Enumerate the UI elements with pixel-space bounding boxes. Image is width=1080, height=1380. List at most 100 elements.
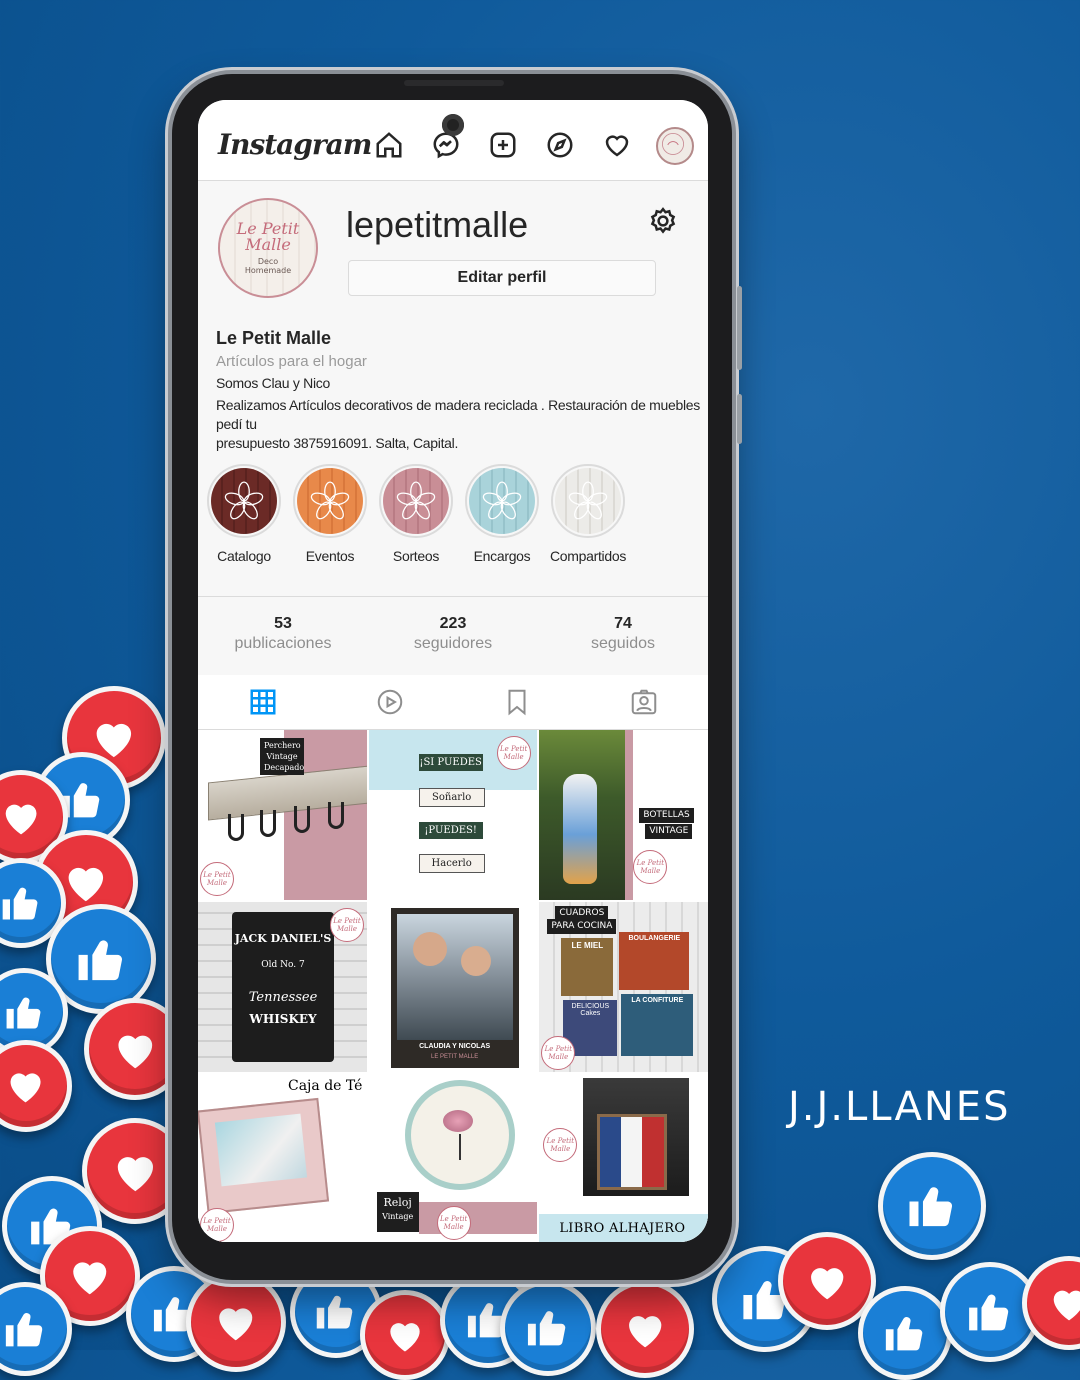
motivational-sign: Soñarlo xyxy=(418,788,485,807)
post-thumbnail[interactable]: Perchero Vintage Decapado Le Petit Malle xyxy=(198,730,367,900)
highlight-ring xyxy=(379,464,453,538)
coat-hook-icon xyxy=(260,810,276,837)
motivational-sign: ¡SI PUEDES xyxy=(418,754,483,771)
flower-icon xyxy=(555,468,621,534)
coat-hook-icon xyxy=(328,802,344,829)
stat-followers[interactable]: 223 seguidores xyxy=(373,615,533,653)
person-figure xyxy=(460,946,491,976)
highlight-compartidos[interactable]: Compartidos xyxy=(548,464,628,564)
flower-icon xyxy=(383,468,449,534)
profile-bio: Le Petit Malle Artículos para el hogar S… xyxy=(216,328,706,453)
stat-label: seguidores xyxy=(413,635,493,652)
profile-stats: 53 publicaciones 223 seguidores 74 segui… xyxy=(198,596,708,676)
posts-grid: Perchero Vintage Decapado Le Petit Malle… xyxy=(198,730,708,1242)
stat-posts[interactable]: 53 publicaciones xyxy=(203,615,363,653)
stat-label: publicaciones xyxy=(234,635,332,652)
post-caption: CLAUDIA Y NICOLAS xyxy=(419,1043,491,1050)
stat-label: seguidos xyxy=(590,635,656,652)
highlight-catalogo[interactable]: Catalogo xyxy=(204,464,284,564)
stat-number: 223 xyxy=(439,615,467,632)
activity-heart-icon[interactable] xyxy=(602,130,632,160)
like-badge-icon xyxy=(858,1286,952,1380)
pink-strip xyxy=(625,730,634,900)
brand-seal: Le Petit Malle xyxy=(436,1206,471,1240)
brand-seal: Le Petit Malle xyxy=(633,850,668,884)
highlight-ring xyxy=(207,464,281,538)
product-label: JACK DANIEL'S xyxy=(234,932,332,945)
post-thumbnail[interactable]: CLAUDIA Y NICOLAS LE PETIT MALLE xyxy=(368,902,538,1072)
phone-side-button xyxy=(737,286,742,370)
highlight-eventos[interactable]: Eventos xyxy=(290,464,370,564)
heart-badge-icon xyxy=(0,1040,72,1132)
profile-display-name: Le Petit Malle xyxy=(216,328,332,348)
home-icon[interactable] xyxy=(374,130,404,160)
brand-seal: Le Petit Malle xyxy=(200,1208,234,1242)
like-badge-icon xyxy=(878,1152,986,1260)
highlight-label: Eventos xyxy=(305,548,355,564)
vase-image xyxy=(563,774,598,884)
grid-icon[interactable] xyxy=(248,687,278,717)
stat-number: 74 xyxy=(614,615,632,632)
avatar-logo-text: Le Petit Malle xyxy=(236,219,300,254)
avatar-logo-subtext: Deco Homemade xyxy=(244,257,292,275)
profile-avatar[interactable]: Le Petit Malle Deco Homemade xyxy=(218,198,318,298)
settings-gear-icon[interactable] xyxy=(648,206,678,236)
post-thumbnail[interactable]: Reloj Vintage Le Petit Malle xyxy=(368,1074,538,1242)
post-caption: LE PETIT MALLE xyxy=(431,1054,479,1060)
clock-flowers xyxy=(442,1110,473,1132)
front-camera xyxy=(442,114,464,136)
post-caption: Reloj xyxy=(383,1196,412,1209)
post-thumbnail[interactable]: CUADROS PARA COCINA LE MIEL BOULANGERIE … xyxy=(539,902,708,1072)
highlight-ring xyxy=(465,464,539,538)
post-thumbnail[interactable]: Caja de Té Le Petit Malle xyxy=(198,1074,367,1242)
highlight-label: Sorteos xyxy=(392,548,440,564)
pink-panel xyxy=(418,1202,538,1234)
reels-icon[interactable] xyxy=(375,687,405,717)
saved-icon[interactable] xyxy=(502,687,532,717)
stat-following[interactable]: 74 seguidos xyxy=(543,615,703,653)
phone-frame: Instagram Le Petit Malle Deco Homemade l… xyxy=(172,74,742,1280)
highlight-ring xyxy=(293,464,367,538)
heart-badge-icon xyxy=(186,1272,286,1372)
heart-badge-icon xyxy=(84,998,186,1100)
highlight-encargos[interactable]: Encargos xyxy=(462,464,542,564)
edit-profile-button[interactable]: Editar perfil xyxy=(348,260,656,296)
kitchen-frame: LE MIEL xyxy=(561,938,614,996)
watermark-brand: J.J.LLANES xyxy=(788,1084,1011,1130)
post-caption: Vintage xyxy=(382,1212,414,1221)
post-caption: Caja de Té xyxy=(288,1078,363,1094)
flower-icon xyxy=(211,468,277,534)
phone-speaker xyxy=(404,80,504,86)
post-thumbnail[interactable]: BOTELLAS VINTAGE Le Petit Malle xyxy=(539,730,708,900)
product-label: WHISKEY xyxy=(249,1012,317,1026)
post-caption: LIBRO ALHAJERO xyxy=(559,1221,686,1236)
product-label: Tennessee xyxy=(248,990,318,1005)
profile-avatar-icon[interactable] xyxy=(656,127,694,165)
person-figure xyxy=(412,932,447,966)
motivational-sign: ¡PUEDES! xyxy=(418,822,483,839)
brand-seal: Le Petit Malle xyxy=(541,1036,576,1070)
phone-screen: Instagram Le Petit Malle Deco Homemade l… xyxy=(198,100,708,1242)
bio-line: Realizamos Artículos decorativos de made… xyxy=(216,397,700,432)
post-caption: BOTELLAS xyxy=(639,808,694,823)
profile-tabs xyxy=(198,675,708,730)
highlight-label: Compartidos xyxy=(549,548,627,564)
post-thumbnail[interactable]: LIBRO ALHAJERO Le Petit Malle xyxy=(539,1074,708,1242)
heart-badge-icon xyxy=(360,1290,450,1380)
post-caption: Perchero Vintage Decapado xyxy=(260,738,304,775)
brand-seal: Le Petit Malle xyxy=(330,908,364,942)
new-post-icon[interactable] xyxy=(488,130,518,160)
post-thumbnail[interactable]: JACK DANIEL'S Old No. 7 Tennessee WHISKE… xyxy=(198,902,367,1072)
post-thumbnail[interactable]: ¡SI PUEDES Soñarlo ¡PUEDES! Hacerlo Le P… xyxy=(368,730,538,900)
instagram-logo[interactable]: Instagram xyxy=(218,128,372,161)
tea-box-lid xyxy=(214,1113,308,1187)
heart-badge-icon xyxy=(596,1280,694,1378)
post-caption: PARA COCINA xyxy=(547,919,617,934)
jewelry-book xyxy=(597,1114,668,1190)
highlight-sorteos[interactable]: Sorteos xyxy=(376,464,456,564)
story-highlights: Catalogo Eventos Sorteos Encargos Compar… xyxy=(204,464,704,574)
tagged-icon[interactable] xyxy=(629,687,659,717)
explore-icon[interactable] xyxy=(545,130,575,160)
highlight-label: Catalogo xyxy=(217,548,271,564)
stat-number: 53 xyxy=(274,615,292,632)
